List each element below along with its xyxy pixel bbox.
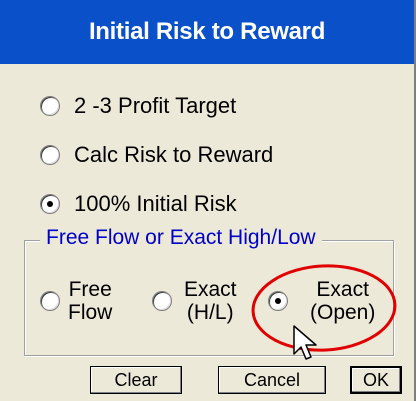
choice-label: Exact (Open) — [310, 278, 375, 324]
cancel-button[interactable]: Cancel — [218, 366, 326, 394]
radio-icon[interactable] — [40, 194, 60, 214]
choice-exact-hl[interactable]: Exact (H/L) — [152, 278, 237, 324]
radio-icon[interactable] — [40, 96, 60, 116]
choice-free-flow[interactable]: Free Flow — [40, 278, 112, 324]
option-label: 2 -3 Profit Target — [74, 93, 237, 118]
choice-label-line1: Exact — [316, 278, 369, 301]
choice-label-line2: (Open) — [310, 301, 376, 324]
group-legend: Free Flow or Exact High/Low — [40, 226, 322, 250]
option-calc-risk-reward[interactable]: Calc Risk to Reward — [40, 140, 273, 170]
radio-icon[interactable] — [152, 291, 172, 311]
radio-icon[interactable] — [40, 291, 60, 311]
clear-button[interactable]: Clear — [90, 366, 182, 394]
radio-icon[interactable] — [40, 145, 60, 165]
choice-exact-open[interactable]: Exact (Open) — [268, 278, 375, 324]
dialog-title: Initial Risk to Reward — [0, 0, 414, 64]
option-label: Calc Risk to Reward — [74, 142, 274, 167]
choice-label-line2: (H/L) — [186, 301, 234, 324]
choice-label: Exact (H/L) — [184, 278, 237, 324]
choice-label-line2: Flow — [68, 301, 113, 324]
option-initial-risk[interactable]: 100% Initial Risk — [40, 189, 237, 219]
choice-label: Free Flow — [68, 278, 112, 324]
dialog-window: Initial Risk to Reward 2 -3 Profit Targe… — [0, 0, 416, 401]
radio-icon[interactable] — [268, 291, 288, 311]
choice-label-line1: Exact — [184, 278, 237, 301]
option-profit-target[interactable]: 2 -3 Profit Target — [40, 91, 236, 121]
ok-button[interactable]: OK — [350, 366, 402, 394]
choice-label-line1: Free — [68, 278, 112, 301]
option-label: 100% Initial Risk — [74, 191, 237, 216]
